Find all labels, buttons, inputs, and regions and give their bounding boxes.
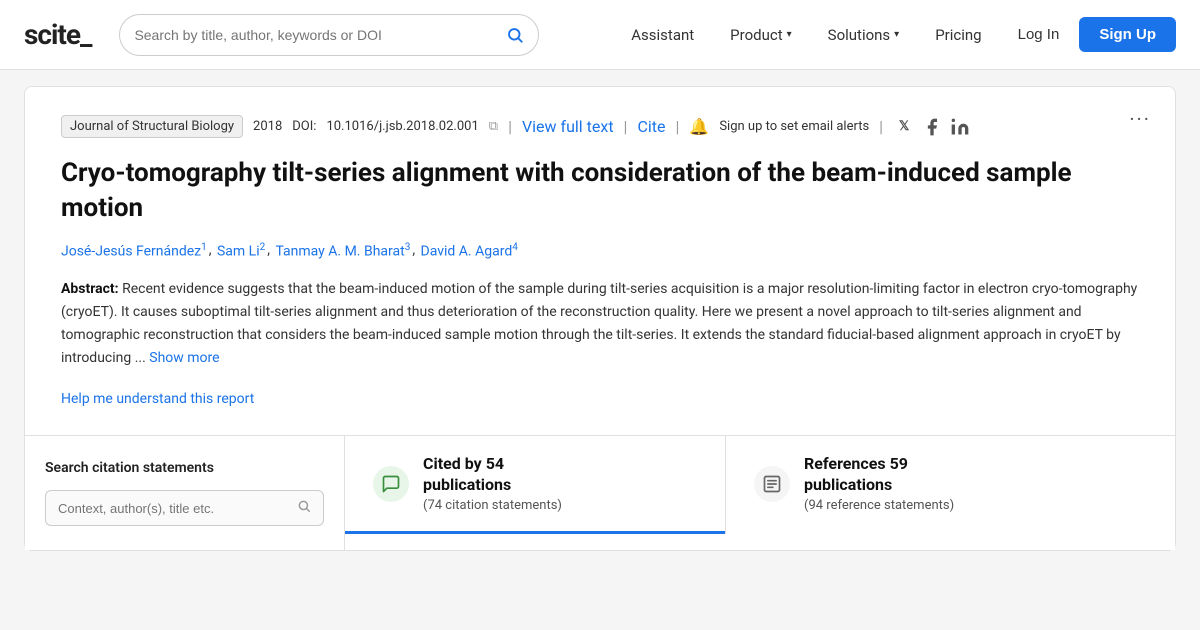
copy-icon[interactable]: ⧉: [489, 119, 498, 134]
author-1[interactable]: José-Jesús Fernández1: [61, 242, 207, 260]
citation-search-title: Search citation statements: [45, 460, 324, 476]
search-input[interactable]: [134, 27, 506, 43]
social-icons: 𝕏: [893, 116, 971, 138]
author-3[interactable]: Tanmay A. M. Bharat3: [275, 242, 410, 260]
cited-by-label-group: Cited by 54 publications (74 citation st…: [423, 454, 562, 513]
references-label-group: References 59 publications (94 reference…: [804, 454, 954, 513]
logo-text: scite_: [24, 18, 91, 51]
references-tab[interactable]: References 59 publications (94 reference…: [726, 436, 1106, 534]
show-more-link[interactable]: Show more: [149, 350, 219, 366]
linkedin-icon[interactable]: [949, 116, 971, 138]
header: scite_ Assistant Product ▾ Solutions ▾ P…: [0, 0, 1200, 70]
bell-icon: 🔔: [689, 117, 709, 136]
references-icon: [754, 466, 790, 502]
nav-pricing[interactable]: Pricing: [919, 18, 997, 52]
help-understand-link[interactable]: Help me understand this report: [61, 391, 254, 407]
paper-authors: José-Jesús Fernández1, Sam Li2, Tanmay A…: [61, 242, 1139, 260]
doi-label: DOI:: [292, 119, 316, 134]
citation-search-input[interactable]: [58, 501, 289, 516]
nav-product[interactable]: Product ▾: [714, 18, 807, 52]
search-bar: [119, 14, 539, 56]
solutions-chevron-icon: ▾: [894, 29, 899, 40]
citation-search-panel: Search citation statements: [25, 436, 345, 550]
references-label: References 59 publications: [804, 454, 954, 496]
cited-by-sublabel: (74 citation statements): [423, 498, 562, 513]
login-button[interactable]: Log In: [1002, 18, 1076, 51]
cited-by-label: Cited by 54 publications: [423, 454, 562, 496]
nav-solutions[interactable]: Solutions ▾: [812, 18, 916, 52]
signup-button[interactable]: Sign Up: [1079, 17, 1176, 52]
year-label: 2018: [253, 119, 282, 134]
more-options-button[interactable]: ···: [1129, 107, 1151, 131]
paper-detail-card: ··· Journal of Structural Biology 2018 D…: [24, 86, 1176, 551]
alert-signup-text[interactable]: Sign up to set email alerts: [719, 119, 869, 134]
main-nav: Assistant Product ▾ Solutions ▾ Pricing …: [615, 17, 1176, 52]
paper-meta-row: Journal of Structural Biology 2018 DOI: …: [61, 115, 1139, 138]
view-full-text-link[interactable]: View full text: [522, 117, 614, 136]
cite-link[interactable]: Cite: [637, 117, 665, 136]
cited-by-tab[interactable]: Cited by 54 publications (74 citation st…: [345, 436, 725, 534]
twitter-icon[interactable]: 𝕏: [893, 116, 915, 138]
citation-search-input-wrap: [45, 490, 324, 526]
references-sublabel: (94 reference statements): [804, 498, 954, 513]
search-submit-button[interactable]: [506, 26, 524, 44]
journal-badge: Journal of Structural Biology: [61, 115, 243, 138]
product-chevron-icon: ▾: [787, 29, 792, 40]
citation-search-icon: [297, 499, 311, 517]
tabs-panel: Cited by 54 publications (74 citation st…: [345, 436, 1175, 550]
tabs-row: Cited by 54 publications (74 citation st…: [345, 436, 1175, 534]
abstract-text: Abstract: Recent evidence suggests that …: [61, 278, 1139, 370]
facebook-icon[interactable]: [921, 116, 943, 138]
cited-by-icon: [373, 466, 409, 502]
bottom-section: Search citation statements: [25, 435, 1175, 550]
logo[interactable]: scite_: [24, 18, 91, 51]
paper-title: Cryo-tomography tilt-series alignment wi…: [61, 156, 1139, 226]
abstract-label: Abstract:: [61, 281, 119, 297]
author-2[interactable]: Sam Li2: [217, 242, 265, 260]
doi-value: 10.1016/j.jsb.2018.02.001: [326, 119, 478, 134]
author-4[interactable]: David A. Agard4: [421, 242, 518, 260]
nav-assistant[interactable]: Assistant: [615, 18, 710, 52]
abstract-body: Recent evidence suggests that the beam-i…: [61, 281, 1137, 366]
